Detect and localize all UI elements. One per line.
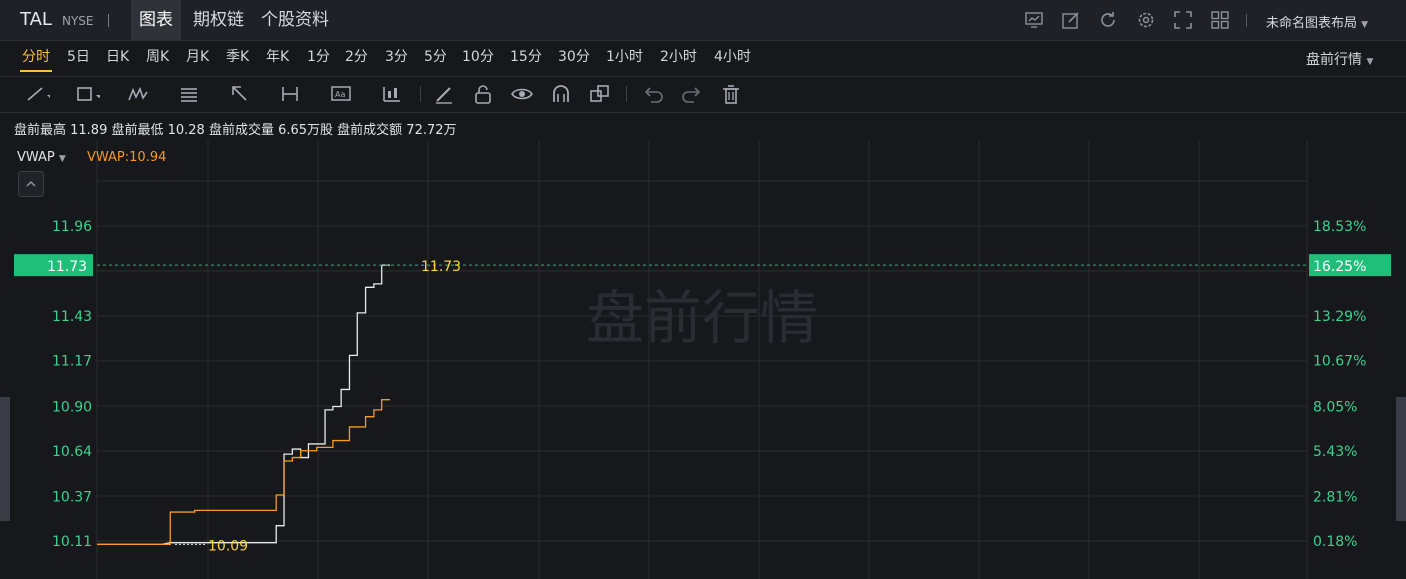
collapse-button[interactable] bbox=[18, 171, 44, 197]
redo-icon[interactable] bbox=[679, 82, 705, 106]
grid-layout-icon[interactable] bbox=[1210, 10, 1230, 30]
chart-grid bbox=[96, 140, 1308, 579]
tab-options-chain[interactable]: 期权链 bbox=[185, 0, 252, 40]
period-0[interactable]: 分时 bbox=[22, 46, 50, 68]
y-tick-label: 11.43 bbox=[52, 309, 92, 325]
price-area bbox=[97, 265, 390, 544]
rectangle-icon[interactable] bbox=[74, 82, 100, 106]
fib-icon[interactable] bbox=[178, 82, 204, 106]
period-5[interactable]: 季K bbox=[226, 46, 249, 68]
pct-tick-label: 13.29% bbox=[1313, 309, 1366, 325]
period-6[interactable]: 年K bbox=[266, 46, 289, 68]
period-2[interactable]: 日K bbox=[106, 46, 129, 68]
indicator-icon[interactable] bbox=[380, 82, 406, 106]
chart-settings-icon[interactable] bbox=[1024, 10, 1044, 30]
period-10[interactable]: 5分 bbox=[424, 46, 447, 68]
text-icon[interactable]: Aa bbox=[330, 82, 356, 106]
lock-icon[interactable] bbox=[470, 82, 496, 106]
divider bbox=[0, 112, 1406, 113]
divider bbox=[0, 76, 1406, 77]
symbol-label: TAL bbox=[20, 9, 52, 30]
indicator-value: VWAP:10.94 bbox=[87, 150, 167, 165]
session-selector-label: 盘前行情 bbox=[1306, 52, 1362, 68]
layout-selector-label: 未命名图表布局 bbox=[1266, 16, 1358, 31]
start-price-label: 10.09 bbox=[208, 538, 248, 554]
vwap-line bbox=[97, 399, 390, 546]
premarket-stats: 盘前最高 11.89 盘前最低 10.28 盘前成交量 6.65万股 盘前成交额… bbox=[14, 123, 457, 138]
indicator-name[interactable]: VWAP ▼ bbox=[17, 150, 66, 165]
current-price-marker: 11.73 bbox=[421, 259, 461, 275]
percent-badge: 16.25% bbox=[1313, 259, 1366, 275]
divider bbox=[1246, 14, 1247, 27]
measure-icon[interactable] bbox=[280, 82, 306, 106]
layout-selector[interactable]: 未命名图表布局 ▼ bbox=[1266, 12, 1368, 31]
period-16[interactable]: 4小时 bbox=[714, 46, 751, 68]
divider bbox=[626, 86, 627, 102]
session-selector[interactable]: 盘前行情 ▼ bbox=[1306, 49, 1373, 69]
tab-chart[interactable]: 图表 bbox=[131, 0, 181, 40]
period-1[interactable]: 5日 bbox=[67, 46, 90, 68]
pct-tick-label: 5.43% bbox=[1313, 444, 1357, 460]
period-14[interactable]: 1小时 bbox=[606, 46, 643, 68]
y-tick-label: 11.96 bbox=[52, 219, 92, 235]
period-8[interactable]: 2分 bbox=[345, 46, 368, 68]
left-panel-handle[interactable] bbox=[0, 397, 10, 521]
pct-tick-label: 0.18% bbox=[1313, 534, 1357, 550]
gear-icon[interactable] bbox=[1136, 10, 1156, 30]
arrow-icon[interactable] bbox=[229, 82, 255, 106]
watermark: 盘前行情 bbox=[586, 284, 818, 352]
period-7[interactable]: 1分 bbox=[307, 46, 330, 68]
chevron-down-icon: ▼ bbox=[1361, 20, 1369, 30]
price-chart[interactable]: 盘前行情 11.96 11.43 11.17 10.90 10.64 10.37 10.11… bbox=[0, 140, 1406, 579]
period-12[interactable]: 15分 bbox=[510, 46, 542, 68]
edit-icon[interactable] bbox=[1061, 10, 1081, 30]
period-13[interactable]: 30分 bbox=[558, 46, 590, 68]
y-tick-label: 10.37 bbox=[52, 490, 92, 506]
eye-icon[interactable] bbox=[509, 82, 535, 106]
chevron-down-icon: ▼ bbox=[58, 154, 66, 164]
pencil-icon[interactable] bbox=[432, 82, 458, 106]
price-line bbox=[97, 264, 390, 546]
period-11[interactable]: 10分 bbox=[462, 46, 494, 68]
period-3[interactable]: 周K bbox=[146, 46, 169, 68]
y-tick-label: 11.17 bbox=[52, 354, 92, 370]
undo-icon[interactable] bbox=[640, 82, 666, 106]
pct-tick-label: 2.81% bbox=[1313, 490, 1357, 506]
divider bbox=[420, 86, 421, 102]
active-period-underline bbox=[20, 70, 52, 72]
chevron-up-icon bbox=[26, 180, 36, 187]
y-tick-label: 10.64 bbox=[52, 444, 92, 460]
layers-icon[interactable] bbox=[587, 82, 613, 106]
period-15[interactable]: 2小时 bbox=[660, 46, 697, 68]
magnet-icon[interactable] bbox=[548, 82, 574, 106]
svg-text:Aa: Aa bbox=[335, 90, 345, 99]
pct-tick-label: 10.67% bbox=[1313, 354, 1366, 370]
tab-stock-profile[interactable]: 个股资料 bbox=[253, 0, 337, 40]
pct-tick-label: 18.53% bbox=[1313, 219, 1366, 235]
divider bbox=[108, 14, 109, 27]
right-panel-handle[interactable] bbox=[1396, 397, 1406, 521]
period-4[interactable]: 月K bbox=[186, 46, 209, 68]
exchange-label: NYSE bbox=[62, 14, 94, 28]
y-tick-label: 10.90 bbox=[52, 399, 92, 415]
trendline-icon[interactable] bbox=[24, 82, 50, 106]
chevron-down-icon: ▼ bbox=[1366, 57, 1374, 67]
indicator-name-text: VWAP bbox=[17, 150, 55, 165]
period-9[interactable]: 3分 bbox=[385, 46, 408, 68]
fullscreen-icon[interactable] bbox=[1173, 10, 1193, 30]
price-badge: 11.73 bbox=[47, 259, 87, 275]
refresh-icon[interactable] bbox=[1098, 10, 1118, 30]
pct-tick-label: 8.05% bbox=[1313, 399, 1357, 415]
y-tick-label: 10.11 bbox=[52, 534, 92, 550]
pattern-icon[interactable] bbox=[127, 82, 153, 106]
trash-icon[interactable] bbox=[718, 82, 744, 106]
